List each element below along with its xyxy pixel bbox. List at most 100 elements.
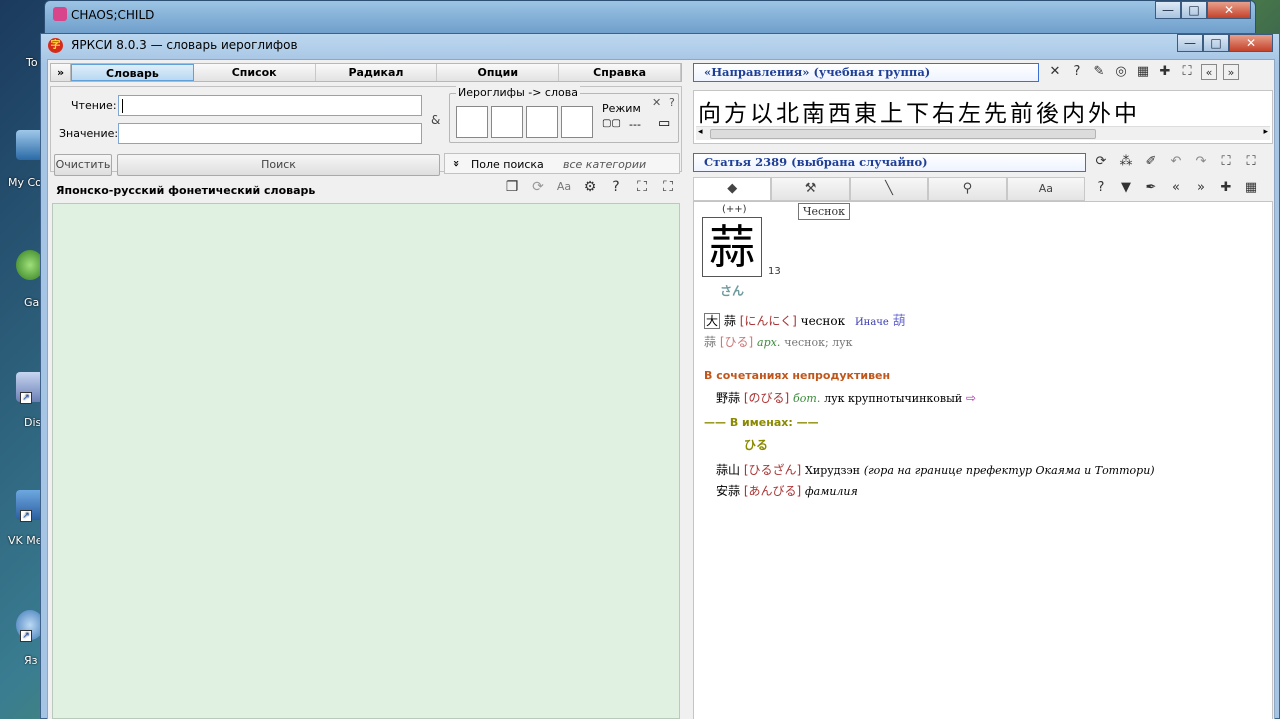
link-arrow-icon[interactable]: ⇨ <box>966 391 976 405</box>
tab-tools[interactable]: ⚒ <box>771 177 850 200</box>
shortcut-arrow-icon: ↗ <box>20 510 32 522</box>
mode-help-button[interactable]: ? <box>669 96 675 109</box>
tab-search[interactable]: ⚲ <box>928 177 1007 200</box>
font-size-icon[interactable]: Aa <box>556 179 572 195</box>
word[interactable]: 野蒜 <box>716 391 740 405</box>
tab-eraser[interactable]: ◆ <box>693 177 772 200</box>
grid-icon[interactable]: ▦ <box>1135 64 1151 80</box>
menu-item-help[interactable]: Справка <box>559 64 681 81</box>
gear-icon[interactable]: ⚙ <box>582 179 598 195</box>
meaning: лук крупнотычинковый <box>824 392 963 405</box>
brush-icon: ╲ <box>885 181 893 196</box>
maximize-button[interactable]: □ <box>1181 1 1207 19</box>
expand-icon[interactable]: ⛶ <box>1179 64 1195 80</box>
notes-icon[interactable]: ✎ <box>1091 64 1107 80</box>
chevron-double-left-icon[interactable]: « <box>1168 180 1184 196</box>
menu-item-options[interactable]: Опции <box>437 64 560 81</box>
names-title: В именах: <box>729 416 793 429</box>
windows-icon[interactable]: ❐ <box>504 179 520 195</box>
close-button[interactable]: ✕ <box>1229 34 1273 52</box>
article-content[interactable]: Чеснок (++) 蒜 13 さん 大 蒜 [にんにく] чеснок Ин… <box>693 201 1273 719</box>
desktop-icon[interactable]: ↗ Яз <box>0 610 44 680</box>
menu-item-dictionary[interactable]: Словарь <box>71 64 194 81</box>
magnifier-icon: ⚲ <box>962 181 973 196</box>
minimize-button[interactable]: — <box>1155 1 1181 19</box>
usage-tag: арх. <box>757 336 781 349</box>
kanji-slot-1[interactable] <box>456 106 488 138</box>
reading: [あんびる] <box>743 484 802 498</box>
menu-item-list[interactable]: Список <box>194 64 316 81</box>
chevron-left-icon[interactable]: « <box>1201 64 1217 80</box>
scroll-thumb[interactable] <box>710 129 1096 139</box>
desktop-icon[interactable]: My Co <box>0 130 44 200</box>
word[interactable]: 蒜 <box>704 335 716 349</box>
pen-icon[interactable]: ✒ <box>1143 180 1159 196</box>
help-icon[interactable]: ? <box>608 179 624 195</box>
scroll-left-icon[interactable]: ◂ <box>698 127 703 137</box>
tab-brush[interactable]: ╲ <box>849 177 929 200</box>
desktop-icon[interactable]: Ga <box>0 250 44 320</box>
maximize-button[interactable]: □ <box>1203 34 1229 52</box>
mode-close-button[interactable]: ✕ <box>652 96 661 109</box>
kanji-row[interactable]: 向方以北南西東上下右左先前後内外中 <box>698 94 1140 128</box>
horizontal-scrollbar[interactable]: ◂ ▸ <box>696 126 1270 140</box>
spiral-icon[interactable]: ◎ <box>1113 64 1129 80</box>
kanji-strip[interactable]: 向方以北南西東上下右左先前後内外中 ◂ ▸ <box>693 90 1273 144</box>
chevron-right-icon[interactable]: » <box>1223 64 1239 80</box>
background-window-title: CHAOS;CHILD <box>71 8 155 22</box>
results-area[interactable] <box>52 203 680 719</box>
clear-button[interactable]: Очистить <box>54 154 112 176</box>
fullscreen-icon[interactable]: ⛶ <box>660 179 676 195</box>
main-window: 字 ЯРКСИ 8.0.3 — словарь иероглифов — □ ✕… <box>40 33 1280 719</box>
close-icon[interactable]: ✕ <box>1047 64 1063 80</box>
minimize-button[interactable]: — <box>1177 34 1203 52</box>
chevron-double-right-icon[interactable]: » <box>1193 180 1209 196</box>
word[interactable]: 安蒜 <box>716 484 740 498</box>
desktop-icon[interactable]: ↗ VK Me <box>0 490 44 560</box>
desktop-icon[interactable]: ↗ Dis <box>0 372 44 442</box>
mode-option-a[interactable]: ▢▢ <box>602 118 621 129</box>
kanji-box[interactable]: 蒜 <box>702 217 762 277</box>
redo-icon[interactable]: ↷ <box>1193 154 1209 170</box>
search-field-selector[interactable]: » Поле поиска все категории <box>444 153 680 174</box>
article-tabs: ◆ ⚒ ╲ ⚲ Aa <box>693 177 1086 201</box>
scroll-right-icon[interactable]: ▸ <box>1263 127 1268 137</box>
shrink-icon[interactable]: ⛶ <box>1218 154 1234 170</box>
fullscreen-icon[interactable]: ⛶ <box>1243 154 1259 170</box>
mode-option-b[interactable]: --- <box>629 118 641 131</box>
word[interactable]: 蒜山 <box>716 463 740 477</box>
word[interactable]: 蒜 <box>724 314 736 328</box>
scatter-icon[interactable]: ⁂ <box>1118 154 1134 170</box>
help-icon[interactable]: ? <box>1069 64 1085 80</box>
tab-font[interactable]: Aa <box>1006 177 1086 200</box>
mode-label: Режим <box>602 102 641 115</box>
refresh-icon[interactable]: ⟳ <box>1093 154 1109 170</box>
background-window[interactable]: CHAOS;CHILD — □ ✕ <box>44 0 1256 34</box>
kanji-slot-3[interactable] <box>526 106 558 138</box>
desktop-icon-label: To <box>26 56 38 69</box>
pin-icon[interactable]: ✚ <box>1218 180 1234 196</box>
search-button[interactable]: Поиск <box>117 154 440 176</box>
undo-icon[interactable]: ↶ <box>1168 154 1184 170</box>
reading-input[interactable] <box>118 95 422 116</box>
close-button[interactable]: ✕ <box>1207 1 1251 19</box>
kanji-slot-4[interactable] <box>561 106 593 138</box>
meaning: чеснок; лук <box>784 336 853 349</box>
refresh-icon[interactable]: ⟳ <box>530 179 546 195</box>
article-header[interactable]: Статья 2389 (выбрана случайно) <box>693 153 1086 172</box>
mode-option-c[interactable]: ▭ <box>658 116 670 131</box>
filter-icon[interactable]: ▼ <box>1118 180 1134 196</box>
shrink-icon[interactable]: ⛶ <box>634 179 650 195</box>
brush-icon[interactable]: ✐ <box>1143 154 1159 170</box>
menu-item-radical[interactable]: Радикал <box>316 64 438 81</box>
meaning-input[interactable] <box>118 123 422 144</box>
alt-kanji-link[interactable]: 葫 <box>893 314 906 329</box>
group-header[interactable]: «Направления» (учебная группа) <box>693 63 1039 82</box>
help-icon[interactable]: ? <box>1093 180 1109 196</box>
kanji-slot-2[interactable] <box>491 106 523 138</box>
onyomi-reading: さん <box>720 284 745 298</box>
pin-icon[interactable]: ✚ <box>1157 64 1173 80</box>
collapse-toggle-button[interactable]: » <box>51 64 71 81</box>
grid-icon[interactable]: ▦ <box>1243 180 1259 196</box>
desktop-icon[interactable]: To <box>0 20 44 90</box>
